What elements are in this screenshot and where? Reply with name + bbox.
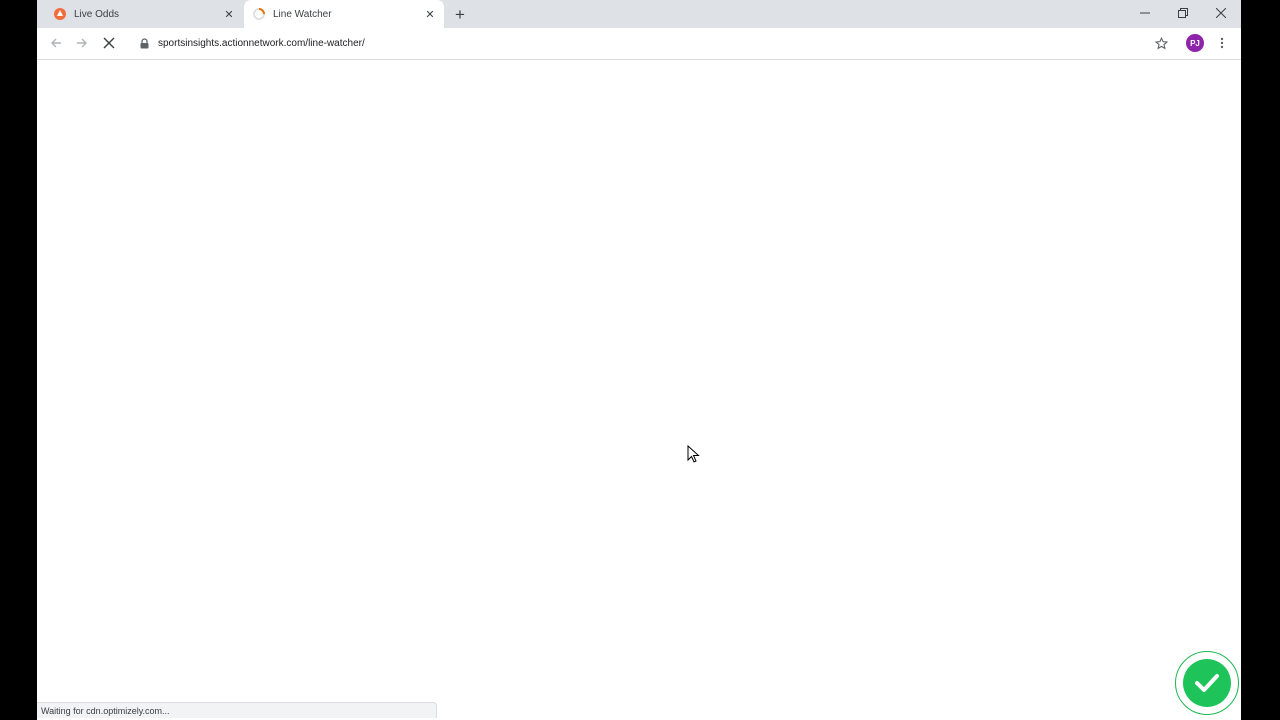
close-icon[interactable]: ✕ [221,6,237,22]
mouse-cursor-icon [687,444,701,463]
back-arrow-icon[interactable] [46,33,66,53]
close-icon[interactable]: ✕ [422,6,438,22]
window-close-icon[interactable] [1202,0,1240,26]
browser-window: Live Odds ✕ Line Watcher ✕ + sportsinsig… [37,0,1241,720]
profile-avatar[interactable]: PJ [1186,34,1204,52]
forward-arrow-icon[interactable] [72,33,92,53]
tab-live-odds[interactable]: Live Odds ✕ [45,0,243,28]
address-bar[interactable]: sportsinsights.actionnetwork.com/line-wa… [125,31,1165,55]
url-text: sportsinsights.actionnetwork.com/line-wa… [158,37,365,49]
restore-icon[interactable] [1164,0,1202,26]
loading-favicon-icon [252,7,266,21]
stop-loading-icon[interactable] [99,33,119,53]
check-badge[interactable] [1175,651,1239,715]
right-letterbox [1241,0,1280,720]
tab-line-watcher[interactable]: Line Watcher ✕ [244,0,444,28]
checkmark-icon [1183,659,1231,707]
page-content-blank [37,60,1241,720]
minimize-icon[interactable] [1126,0,1164,26]
browser-toolbar: sportsinsights.actionnetwork.com/line-wa… [37,28,1241,60]
kebab-menu-icon[interactable] [1213,34,1231,52]
action-network-favicon-icon [53,7,67,21]
tab-strip: Live Odds ✕ Line Watcher ✕ + [37,0,1241,28]
tab-title: Live Odds [74,8,120,20]
lock-icon[interactable] [137,36,151,50]
new-tab-plus-icon[interactable]: + [451,5,469,23]
bookmark-star-icon[interactable] [1152,34,1170,52]
tab-title: Line Watcher [273,8,332,20]
status-bar: Waiting for cdn.optimizely.com... [37,702,437,718]
left-letterbox [0,0,37,720]
